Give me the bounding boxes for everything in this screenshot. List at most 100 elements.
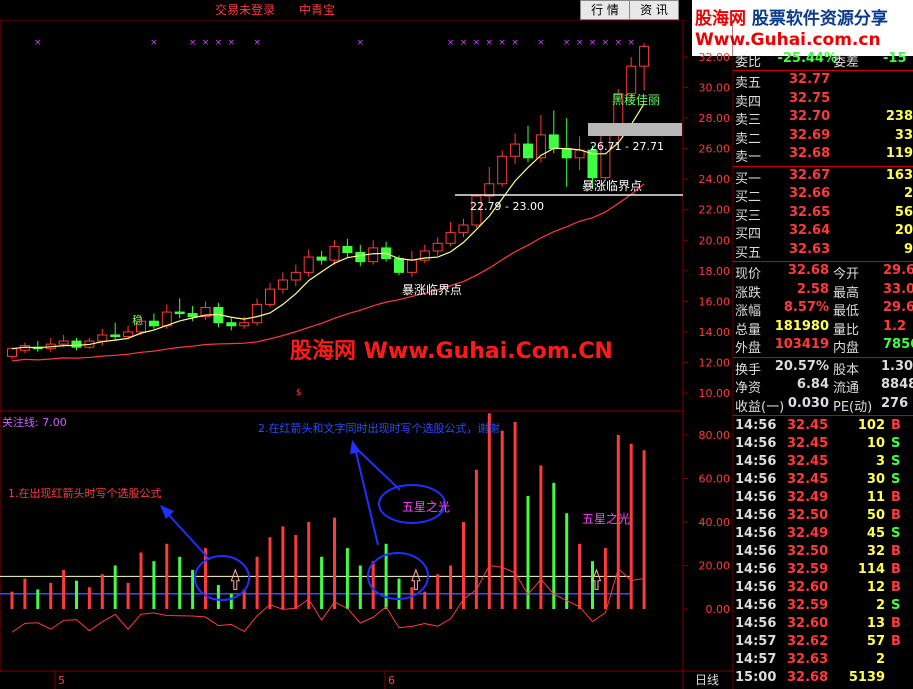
tab-quotes[interactable]: 行 情 bbox=[580, 0, 630, 20]
ask-label: 卖三 bbox=[735, 113, 762, 128]
tick-price: 32.59 bbox=[787, 562, 829, 577]
tick-volume: 57 bbox=[866, 634, 885, 649]
bid-price: 32.63 bbox=[789, 241, 831, 257]
stat2-value: 6.84 bbox=[796, 377, 829, 392]
price-tick-label: 18.00 bbox=[699, 265, 731, 278]
candle-body bbox=[497, 155, 508, 185]
webi-label: 委比 bbox=[735, 55, 762, 70]
price-tick-label: 10.00 bbox=[699, 387, 731, 400]
tick-price: 32.68 bbox=[787, 670, 829, 685]
ask-row: 卖一 32.68 119 bbox=[733, 146, 913, 165]
candle-body bbox=[303, 256, 314, 273]
tick-side: S bbox=[891, 526, 901, 541]
stat2-value-2: 1.30 bbox=[881, 358, 913, 374]
tick-time: 14:56 bbox=[735, 418, 777, 433]
bid-label: 买三 bbox=[735, 208, 762, 224]
tick-row: 14:56 32.60 12 B bbox=[733, 580, 913, 598]
candle-body bbox=[548, 134, 559, 150]
stat2-value-2: 276 bbox=[881, 395, 909, 411]
candle-body bbox=[277, 279, 288, 290]
candle-body bbox=[226, 322, 237, 327]
stat-value-2: 1.2 bbox=[883, 318, 907, 334]
ask-price: 32.77 bbox=[789, 72, 831, 87]
signal-mark: × bbox=[563, 38, 571, 48]
tick-time: 14:57 bbox=[735, 634, 777, 649]
tick-volume: 2 bbox=[875, 598, 885, 613]
separator bbox=[733, 165, 913, 167]
tick-row: 14:56 32.59 114 B bbox=[733, 562, 913, 580]
annotation-2: 2.在红箭头和文字同时出现时写个选股公式，谢谢 bbox=[258, 422, 500, 435]
x-axis-label-6: 6 bbox=[388, 674, 395, 687]
candle-body bbox=[148, 320, 159, 327]
tick-side: B bbox=[891, 490, 901, 505]
stat-value: 32.68 bbox=[787, 263, 829, 278]
ask-label: 卖四 bbox=[735, 94, 762, 110]
bid-label: 买五 bbox=[735, 245, 762, 261]
tick-row: 14:56 32.45 30 S bbox=[733, 472, 913, 490]
candle-body bbox=[342, 245, 353, 253]
stat2-value-2: 8848 bbox=[881, 377, 913, 392]
bid-volume: 56 bbox=[894, 204, 913, 220]
candle-body bbox=[639, 45, 650, 67]
heiqi-label: 黑稜佳丽 bbox=[612, 93, 661, 107]
stat-label: 外盘 bbox=[735, 341, 762, 356]
bid-label: 买一 bbox=[735, 171, 762, 187]
bid-label: 买二 bbox=[735, 190, 762, 205]
stat-label-2: 最低 bbox=[833, 304, 860, 319]
tick-row: 14:56 32.60 13 B bbox=[733, 616, 913, 634]
stat-label-2: 今开 bbox=[833, 267, 860, 282]
tick-price: 32.45 bbox=[787, 472, 829, 487]
candle-body bbox=[510, 143, 521, 157]
tick-side: B bbox=[891, 544, 901, 559]
candle-body bbox=[394, 258, 404, 273]
tick-volume: 12 bbox=[866, 580, 885, 595]
tick-time: 14:57 bbox=[735, 652, 777, 667]
tick-volume: 13 bbox=[866, 616, 885, 631]
breakout-label-2: 暴涨临界点 bbox=[402, 283, 463, 297]
period-daily-label[interactable]: 日线 bbox=[695, 671, 719, 688]
tick-volume: 45 bbox=[866, 526, 885, 541]
price-tick-label: 24.00 bbox=[699, 173, 731, 186]
stat-value-2: 29.6 bbox=[883, 263, 913, 278]
candle-body bbox=[97, 334, 108, 342]
ask-volume: 33 bbox=[894, 127, 913, 143]
stat-value: 2.58 bbox=[796, 281, 829, 297]
bid-price: 32.67 bbox=[789, 167, 831, 183]
tab-news[interactable]: 资 讯 bbox=[629, 0, 679, 20]
tick-volume: 32 bbox=[866, 544, 885, 559]
bid-volume: 163 bbox=[885, 167, 913, 183]
candle-body bbox=[58, 340, 69, 345]
bid-row: 买三 32.65 56 bbox=[733, 204, 913, 224]
stat2-label: 净资 bbox=[735, 381, 762, 396]
tick-time: 14:56 bbox=[735, 580, 777, 595]
price-tick-label: 14.00 bbox=[699, 326, 731, 339]
tick-side: B bbox=[891, 562, 901, 577]
price-tick-label: 16.00 bbox=[699, 295, 731, 308]
candle-body bbox=[432, 242, 443, 252]
stable-label: 稳 bbox=[132, 314, 143, 327]
tick-time: 14:56 bbox=[735, 508, 777, 523]
signal-mark: × bbox=[357, 38, 365, 48]
stat-label: 现价 bbox=[735, 267, 762, 282]
tick-volume: 102 bbox=[857, 418, 885, 433]
tick-row: 14:56 32.45 102 B bbox=[733, 418, 913, 436]
weicha-value: -15 bbox=[883, 51, 907, 66]
tick-volume: 5139 bbox=[848, 670, 885, 685]
tick-row: 14:56 32.49 45 S bbox=[733, 526, 913, 544]
indicator-tick-label: 0.00 bbox=[706, 603, 731, 616]
bid-price: 32.65 bbox=[789, 204, 831, 220]
stat-value-2: 29.6 bbox=[883, 300, 913, 315]
tick-row: 14:56 32.59 2 S bbox=[733, 598, 913, 616]
signal-mark: × bbox=[460, 38, 468, 48]
stat2-value: 20.57% bbox=[774, 358, 829, 374]
stat2-label-2: 股本 bbox=[833, 362, 860, 378]
separator bbox=[733, 356, 913, 358]
stat2-label: 换手 bbox=[735, 362, 762, 378]
tick-price: 32.50 bbox=[787, 508, 829, 523]
tick-volume: 10 bbox=[866, 436, 885, 451]
tick-row: 14:56 32.50 50 B bbox=[733, 508, 913, 526]
weicha-label: 委差 bbox=[833, 55, 860, 70]
indicator-pane-frame bbox=[0, 410, 684, 672]
indicator-tick-label: 20.00 bbox=[699, 560, 731, 573]
tick-price: 32.45 bbox=[787, 436, 829, 451]
